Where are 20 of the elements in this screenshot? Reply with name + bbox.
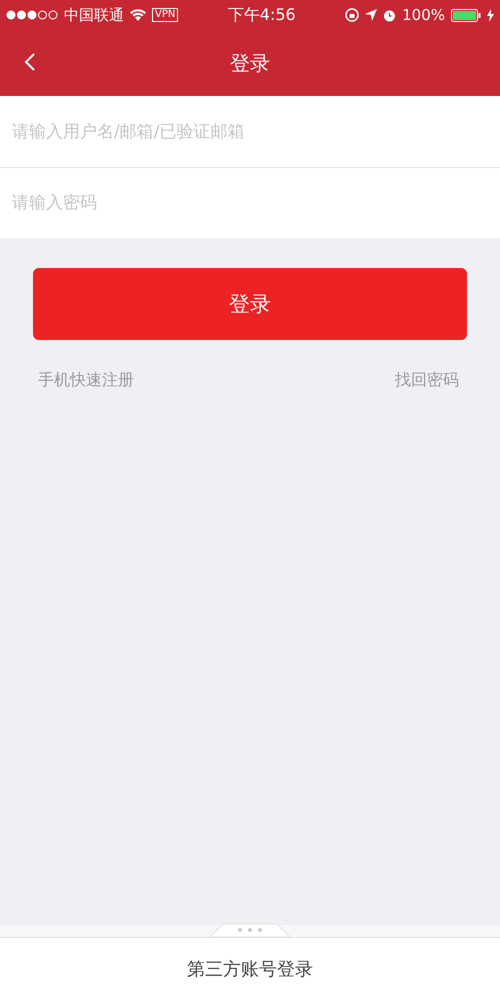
charging-icon [487,8,494,22]
text-link[interactable]: 手机快速注册 [38,370,134,391]
wifi-icon [130,9,146,21]
text-link[interactable]: 找回密码 [395,370,459,391]
back-icon[interactable] [24,52,36,72]
rotation-lock-icon [345,8,360,22]
input-field[interactable]: 请输入用户名/邮箱/已验证邮箱 [0,96,500,167]
expand-handle-icon[interactable] [210,923,290,937]
alarm-icon [383,8,396,22]
status-time: 下午4:56 [226,4,297,26]
location-icon [365,9,378,21]
vpn-badge: VPN [152,8,178,22]
page-title: 登录 [230,50,270,76]
third-party-login-label[interactable]: 第三方账号登录 [187,957,313,981]
battery-percent: 100% [402,6,445,24]
battery-icon [451,8,481,22]
carrier-name: 中国联通 [64,6,124,24]
input-field[interactable]: 请输入密码 [0,167,500,238]
signal-icon [6,10,58,20]
login-button[interactable]: 登录 [33,268,467,340]
